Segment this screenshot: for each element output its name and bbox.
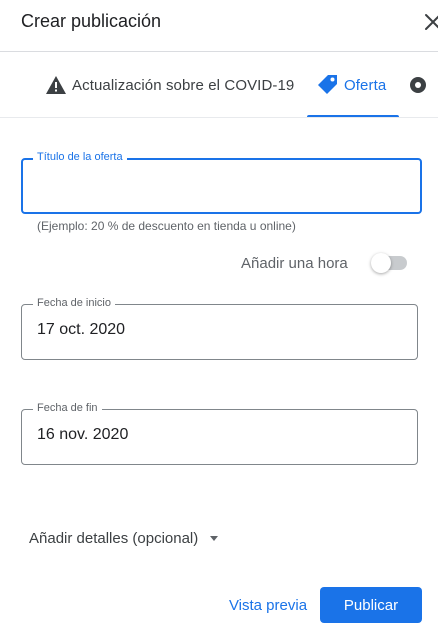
end-date-field[interactable]: Fecha de fin 16 nov. 2020 — [21, 402, 418, 465]
end-date-label: Fecha de fin — [33, 402, 102, 414]
close-icon[interactable] — [424, 13, 438, 31]
tab-event[interactable] — [408, 52, 434, 117]
start-date-field[interactable]: Fecha de inicio 17 oct. 2020 — [21, 297, 418, 360]
active-tab-indicator — [307, 115, 399, 117]
offer-title-input[interactable] — [37, 174, 407, 198]
add-details-dropdown[interactable]: Añadir detalles (opcional) — [29, 530, 219, 547]
preview-button[interactable]: Vista previa — [222, 590, 314, 620]
end-date-value: 16 nov. 2020 — [37, 426, 129, 443]
tag-icon — [318, 75, 337, 94]
offer-title-field[interactable]: Título de la oferta — [21, 151, 422, 214]
add-hour-toggle[interactable] — [371, 253, 407, 273]
tab-covid-update[interactable]: Actualización sobre el COVID-19 — [46, 52, 295, 117]
event-icon — [410, 77, 426, 93]
add-details-label: Añadir detalles (opcional) — [29, 530, 199, 547]
start-date-value: 17 oct. 2020 — [37, 321, 126, 338]
tab-bar: Actualización sobre el COVID-19 Oferta — [0, 52, 438, 118]
toggle-thumb — [371, 253, 391, 273]
dialog-header: Crear publicación — [0, 0, 438, 52]
tab-offer-label: Oferta — [344, 76, 387, 94]
offer-title-label: Título de la oferta — [33, 151, 127, 163]
publish-button[interactable]: Publicar — [320, 587, 422, 623]
caret-down-icon — [210, 536, 219, 541]
tab-covid-label: Actualización sobre el COVID-19 — [72, 76, 295, 94]
offer-title-helper: (Ejemplo: 20 % de descuento en tienda u … — [37, 219, 296, 233]
add-hour-label: Añadir una hora — [241, 255, 348, 272]
start-date-label: Fecha de inicio — [33, 297, 115, 309]
dialog-title: Crear publicación — [21, 11, 162, 31]
warning-icon — [46, 76, 66, 94]
tab-offer[interactable]: Oferta — [307, 52, 399, 117]
